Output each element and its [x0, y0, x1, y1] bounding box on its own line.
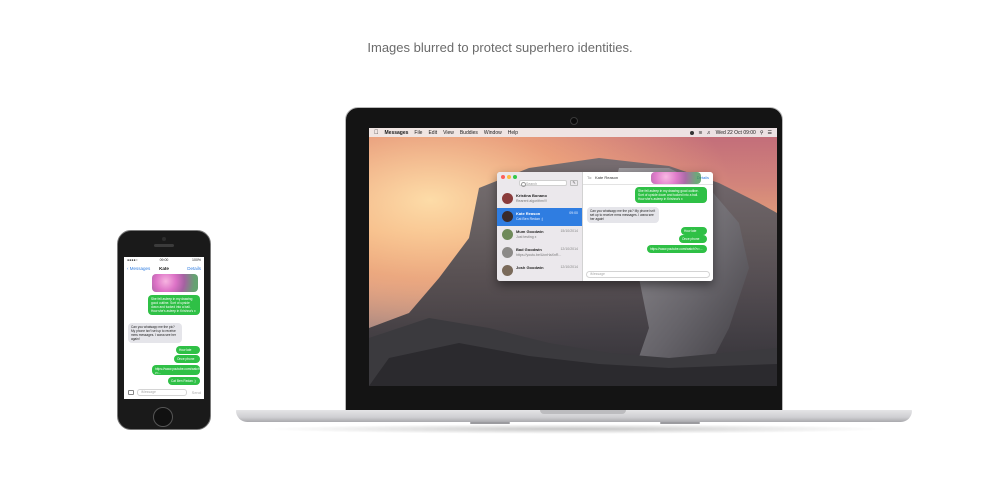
conversation-name: Bad Goodwin [516, 247, 542, 252]
macbook-camera-icon [570, 117, 578, 125]
notification-center-icon[interactable]: ☰ [768, 130, 772, 136]
battery-indicator: 100% [192, 258, 201, 262]
iphone-screen: ●●●●○ 09:00 100% ‹ Messages Kate Details… [124, 257, 204, 399]
search-input[interactable]: Search [519, 180, 567, 187]
message-bubble-received[interactable]: Can you whatsapp me the pic? My phone is… [587, 207, 659, 223]
conversation-preview: Just testing x [516, 235, 537, 239]
conversation-time: 12/10/2014 [560, 265, 578, 269]
menu-file[interactable]: File [414, 130, 422, 136]
message-bubble-sent[interactable]: How late [176, 346, 200, 354]
volume-icon[interactable]: ♬ [707, 130, 712, 136]
apple-icon[interactable]:  [374, 130, 379, 136]
conversation-preview: https://youtu.be/UcnHaXnR... [516, 253, 562, 257]
message-bubble-sent[interactable]: She fell asleep in my drawing good outli… [148, 295, 200, 315]
details-button[interactable]: Details [187, 264, 201, 274]
macbook-shadow [260, 424, 890, 434]
message-bubble-sent[interactable]: She fell asleep in my drawing good outli… [635, 187, 707, 203]
blurred-photo[interactable] [152, 274, 198, 292]
macbook-opening-notch [540, 410, 626, 414]
menubar-clock[interactable]: Wed 22 Oct 09:00 [716, 130, 756, 136]
window-controls [501, 175, 519, 179]
menu-app-name[interactable]: Messages [385, 130, 409, 136]
zoom-icon[interactable] [513, 175, 517, 179]
conversation-item[interactable]: Mum Goodwin Just testing x 15/10/2014 [497, 226, 582, 244]
message-bubble-received[interactable]: Can you whatsapp me the pic? My phone is… [128, 323, 182, 343]
conversation-preview: Rearent algorithm!!! [516, 199, 547, 203]
status-icon[interactable] [690, 130, 695, 135]
message-bubble-sent[interactable]: Once phone [174, 355, 200, 363]
camera-icon[interactable] [128, 390, 134, 395]
avatar [502, 247, 513, 258]
conversation-time: 15/10/2014 [560, 229, 578, 233]
spotlight-icon[interactable]: ⚲ [760, 130, 764, 136]
conversation-time: 12/10/2014 [560, 247, 578, 251]
message-bubble-sent[interactable]: https://www.youtube.com/watch?v=... [647, 245, 707, 253]
close-icon[interactable] [501, 175, 505, 179]
wifi-icon[interactable]: ≋ [698, 130, 702, 136]
avatar [502, 265, 513, 276]
blurred-photo[interactable] [651, 172, 701, 184]
conversation-time: 09:00 [569, 211, 578, 215]
home-button[interactable] [153, 407, 173, 427]
menu-help[interactable]: Help [508, 130, 518, 136]
macos-menubar:  Messages File Edit View Buddies Window… [369, 128, 777, 137]
recipient-name[interactable]: Kate Reason [595, 172, 618, 184]
conversation-item[interactable]: Kate Reason Cat Ben Redan ;) 09:00 [497, 208, 582, 226]
menu-window[interactable]: Window [484, 130, 502, 136]
message-bubble-sent[interactable]: How late [681, 227, 707, 235]
conversation-sidebar: Search ✎ Kristina Bonano Rearent algorit… [497, 172, 583, 281]
avatar [502, 211, 513, 222]
minimize-icon[interactable] [507, 175, 511, 179]
avatar [502, 229, 513, 240]
menu-buddies[interactable]: Buddies [460, 130, 478, 136]
conversation-name: Mum Goodwin [516, 229, 544, 234]
conversation-name: Kristina Bonano [516, 193, 547, 198]
message-bubble-sent[interactable]: https://www.youtube.com/watch?v=... [152, 365, 200, 375]
status-bar: ●●●●○ 09:00 100% [124, 257, 204, 263]
message-input[interactable]: iMessage [586, 271, 710, 278]
navigation-bar: ‹ Messages Kate Details [124, 264, 204, 274]
send-button[interactable]: Send [192, 390, 201, 395]
conversation-item[interactable]: Kristina Bonano Rearent algorithm!!! [497, 190, 582, 208]
page-caption: Images blurred to protect superhero iden… [367, 40, 633, 55]
avatar [502, 193, 513, 204]
phone-camera-icon [162, 237, 166, 241]
compose-icon[interactable]: ✎ [570, 180, 578, 186]
messages-window[interactable]: Search ✎ Kristina Bonano Rearent algorit… [497, 172, 713, 281]
message-input[interactable]: iMessage [137, 389, 187, 396]
to-label: To: [587, 175, 593, 180]
message-bubble-sent[interactable]: Cat Ben Redan ;) [168, 377, 200, 385]
conversation-item[interactable]: Josh Goodwin 12/10/2014 [497, 262, 582, 280]
conversation-name: Josh Goodwin [516, 265, 544, 270]
search-icon [521, 182, 526, 187]
phone-speaker [154, 244, 174, 247]
conversation-name: Kate Reason [516, 211, 541, 216]
menu-view[interactable]: View [443, 130, 454, 136]
conversation-preview: Cat Ben Redan ;) [516, 217, 544, 221]
conversation-item[interactable]: Bad Goodwin https://youtu.be/UcnHaXnR...… [497, 244, 582, 262]
menu-edit[interactable]: Edit [428, 130, 437, 136]
macbook-screen:  Messages File Edit View Buddies Window… [369, 128, 777, 386]
conversation-pane: To: Kate Reason Details She fell asleep … [583, 172, 713, 281]
message-bubble-sent[interactable]: Once phone [679, 235, 707, 243]
